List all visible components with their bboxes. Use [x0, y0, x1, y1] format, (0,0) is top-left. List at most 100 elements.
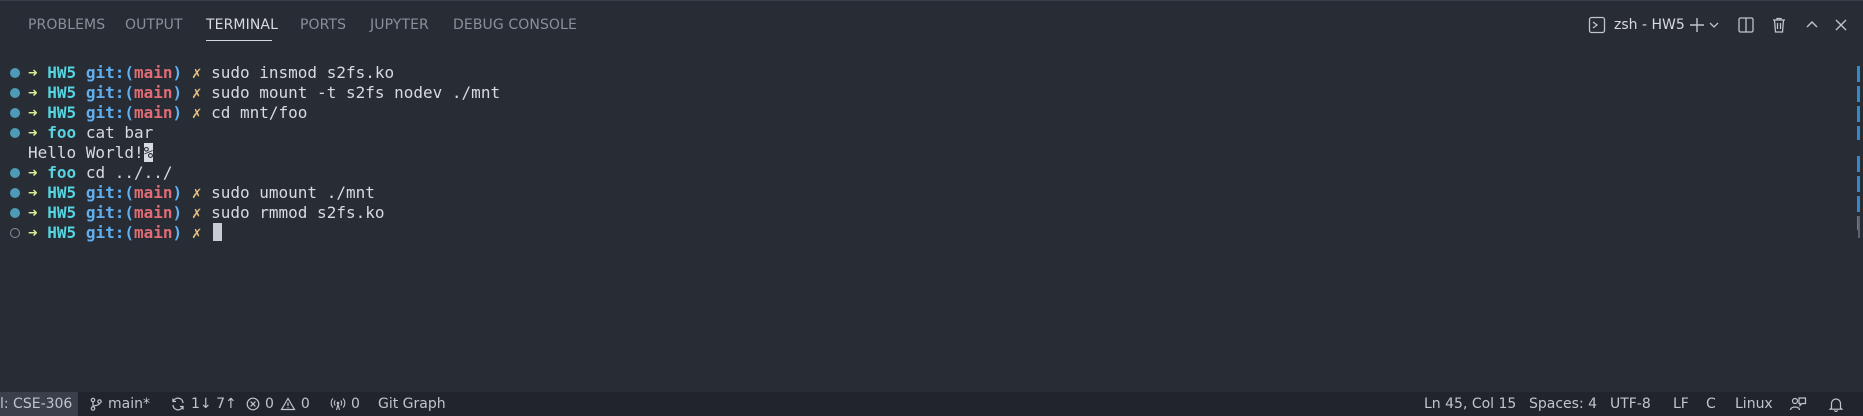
prompt-arrow: ➜ [28, 123, 38, 142]
prompt-arrow: ➜ [28, 183, 38, 202]
git-suffix: ) [172, 223, 183, 242]
branch-indicator[interactable]: main* [89, 396, 150, 412]
error-count: 0 [265, 396, 274, 412]
command-text: cd ../../ [85, 163, 173, 182]
command-output: Hello World! [28, 143, 144, 162]
prompt-arrow: ➜ [28, 63, 38, 82]
prompt-dir: foo [47, 123, 77, 142]
active-tab-indicator [206, 40, 272, 41]
terminal-output[interactable]: ➜ HW5 git:(main) ✗ sudo insmod s2fs.ko ➜… [0, 63, 1840, 243]
git-suffix: ) [172, 63, 183, 82]
git-suffix: ) [172, 203, 183, 222]
prompt-dir: HW5 [47, 83, 77, 102]
git-prefix: git:( [85, 183, 134, 202]
ports-indicator[interactable]: 0 [330, 396, 360, 412]
dirty-mark: ✗ [191, 83, 202, 102]
tab-terminal[interactable]: TERMINAL [206, 17, 278, 33]
language-mode[interactable]: C [1706, 396, 1716, 412]
terminal-line: ➜ foo cat bar [0, 123, 1840, 143]
feedback-icon[interactable] [1789, 396, 1812, 412]
terminal-line: ➜ HW5 git:(main) ✗ [0, 223, 1840, 243]
command-text: sudo umount ./mnt [211, 183, 375, 202]
ruler-mark [1857, 156, 1860, 172]
warning-count: 0 [300, 396, 310, 412]
command-success-icon[interactable] [10, 208, 20, 218]
tab-jupyter[interactable]: JUPYTER [370, 17, 429, 33]
dirty-mark: ✗ [191, 223, 202, 242]
tab-output[interactable]: OUTPUT [125, 17, 183, 33]
chevron-down-icon[interactable] [1707, 14, 1721, 36]
ruler-mark [1857, 196, 1860, 212]
command-success-icon[interactable] [10, 88, 20, 98]
tab-debug-console[interactable]: DEBUG CONSOLE [453, 17, 577, 33]
error-icon [246, 397, 260, 411]
scrollbar-slider[interactable] [1858, 216, 1860, 238]
sync-label: 1↓ 7↑ [191, 396, 237, 412]
dirty-mark: ✗ [191, 63, 202, 82]
git-branch: main [134, 83, 173, 102]
command-success-icon[interactable] [10, 168, 20, 178]
command-success-icon[interactable] [10, 128, 20, 138]
terminal-line: ➜ HW5 git:(main) ✗ sudo mount -t s2fs no… [0, 83, 1840, 103]
eol-setting[interactable]: LF [1673, 396, 1689, 412]
terminal-line: ➜ HW5 git:(main) ✗ sudo umount ./mnt [0, 183, 1840, 203]
panel-tab-bar: PROBLEMS OUTPUT TERMINAL PORTS JUPYTER D… [0, 0, 1863, 52]
prompt-dir: HW5 [47, 183, 77, 202]
command-text: sudo rmmod s2fs.ko [211, 203, 385, 222]
prompt-arrow: ➜ [28, 83, 38, 102]
maximize-panel-icon[interactable] [1801, 14, 1823, 36]
command-pending-icon[interactable] [10, 228, 20, 238]
git-branch: main [134, 103, 173, 122]
platform-indicator[interactable]: Linux [1735, 396, 1773, 412]
close-icon[interactable] [1830, 14, 1852, 36]
prompt-arrow: ➜ [28, 103, 38, 122]
overview-ruler[interactable] [1849, 52, 1863, 392]
git-suffix: ) [172, 183, 183, 202]
git-graph-button[interactable]: Git Graph [378, 396, 446, 412]
prompt-dir: HW5 [47, 103, 77, 122]
remote-indicator[interactable]: l: CSE-306 [0, 392, 78, 416]
broadcast-icon [330, 398, 346, 411]
git-branch: main [134, 63, 173, 82]
cursor-position[interactable]: Ln 45, Col 15 [1424, 396, 1516, 412]
prompt-dir: HW5 [47, 63, 77, 82]
no-eol-mark: % [143, 143, 154, 162]
sync-icon [172, 397, 184, 411]
prompt-dir: foo [47, 163, 77, 182]
git-prefix: git:( [85, 203, 134, 222]
command-text: cd mnt/foo [211, 103, 308, 122]
command-success-icon[interactable] [10, 68, 20, 78]
notifications-bell-icon[interactable] [1828, 396, 1849, 412]
sync-indicator[interactable]: 1↓ 7↑ [170, 396, 237, 412]
terminal-selector[interactable]: zsh - HW5 [1588, 13, 1685, 37]
terminal-selector-label: zsh - HW5 [1614, 17, 1685, 33]
git-suffix: ) [172, 103, 183, 122]
ruler-mark [1857, 106, 1860, 122]
encoding-setting[interactable]: UTF-8 [1610, 396, 1651, 412]
new-terminal-plus-icon[interactable] [1686, 14, 1708, 36]
remote-label: l: CSE-306 [0, 396, 73, 412]
problems-indicator[interactable]: 0 0 [246, 396, 310, 412]
command-success-icon[interactable] [10, 108, 20, 118]
terminal-line: ➜ HW5 git:(main) ✗ sudo rmmod s2fs.ko [0, 203, 1840, 223]
indentation-setting[interactable]: Spaces: 4 [1529, 396, 1597, 412]
tab-problems[interactable]: PROBLEMS [28, 17, 105, 33]
terminal-line: ➜ foo cd ../../ [0, 163, 1840, 183]
tab-ports[interactable]: PORTS [300, 17, 346, 33]
terminal-line: ➜ HW5 git:(main) ✗ cd mnt/foo [0, 103, 1840, 123]
prompt-arrow: ➜ [28, 223, 38, 242]
dirty-mark: ✗ [191, 103, 202, 122]
command-success-icon[interactable] [10, 188, 20, 198]
dirty-mark: ✗ [191, 183, 202, 202]
prompt-dir: HW5 [47, 203, 77, 222]
trash-icon[interactable] [1768, 14, 1790, 36]
terminal-cursor [213, 223, 223, 241]
ruler-mark [1857, 86, 1860, 102]
ports-count: 0 [351, 396, 360, 412]
ruler-mark [1857, 66, 1860, 82]
git-branch: main [134, 203, 173, 222]
git-branch: main [134, 183, 173, 202]
warning-icon [280, 397, 296, 411]
terminal-icon [1588, 16, 1606, 34]
split-terminal-icon[interactable] [1735, 14, 1757, 36]
